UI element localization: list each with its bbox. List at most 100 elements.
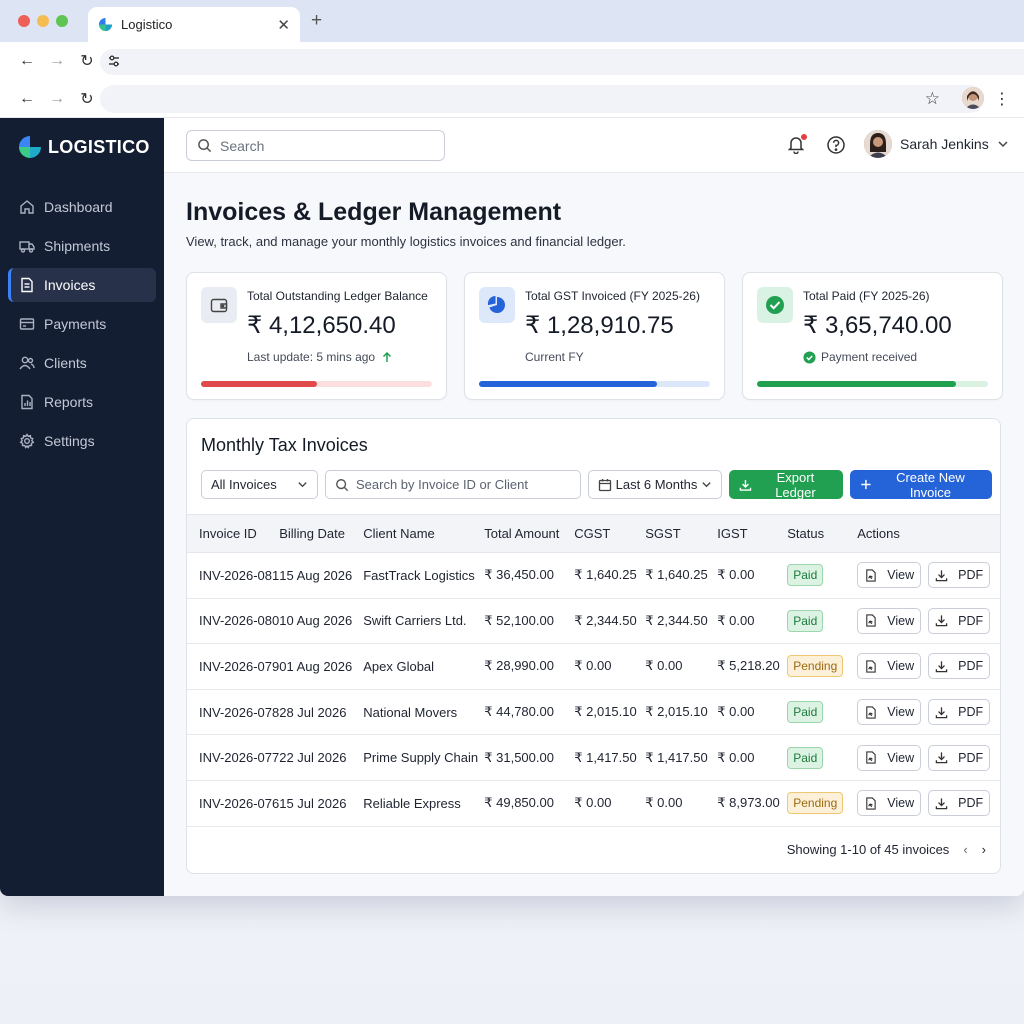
tab-close-icon[interactable]: ✕: [277, 16, 290, 34]
table-row[interactable]: INV-2026-079 01 Aug 2026 Apex Global ₹ 28,9…: [187, 644, 1000, 690]
sidebar-item-settings[interactable]: Settings: [8, 424, 156, 458]
sidebar-item-payments[interactable]: Payments: [8, 307, 156, 341]
invoice-search[interactable]: [325, 470, 581, 499]
column-header[interactable]: Total Amount: [484, 515, 574, 553]
top-bar: Sarah Jenkins: [164, 118, 1024, 173]
forward-arrow-icon[interactable]: →: [42, 90, 72, 108]
table-row[interactable]: INV-2026-081 15 Aug 2026 FastTrack Logisti…: [187, 553, 1000, 599]
column-header[interactable]: IGST: [717, 515, 787, 553]
close-window-button[interactable]: [18, 15, 30, 27]
column-header[interactable]: SGST: [645, 515, 717, 553]
view-button[interactable]: View: [857, 744, 922, 771]
billing-date-cell: 15 Jul 2026: [279, 795, 347, 811]
pdf-download-button[interactable]: PDF: [928, 699, 991, 726]
forward-arrow-icon[interactable]: →: [42, 52, 72, 70]
user-menu[interactable]: Sarah Jenkins: [864, 130, 1009, 158]
table-row[interactable]: INV-2026-077 22 Jul 2026 Prime Supply Chai…: [187, 735, 1000, 781]
browser-tab[interactable]: Logistico ✕: [88, 7, 300, 42]
table-row[interactable]: INV-2026-076 15 Jul 2026 Reliable Express ₹…: [187, 780, 1000, 827]
omnibox[interactable]: [100, 85, 984, 113]
invoice-filter-select[interactable]: All Invoices: [201, 470, 318, 499]
new-tab-button[interactable]: +: [311, 10, 322, 32]
create-invoice-button[interactable]: Create New Invoice: [850, 470, 992, 500]
reload-icon[interactable]: ↻: [72, 89, 102, 109]
main-content: Sarah Jenkins Invoices & Ledger Manageme…: [164, 118, 1024, 896]
view-button[interactable]: View: [857, 607, 922, 634]
browser-toolbar-secondary: ← → ↻ ☆ ⋮: [0, 80, 1024, 118]
billing-date-cell: 15 Aug 2026: [279, 567, 353, 583]
table-row[interactable]: INV-2026-080 10 Aug 2026 Swift Carriers Lt…: [187, 598, 1000, 644]
table-row[interactable]: INV-2026-078 28 Jul 2026 National Movers ₹ …: [187, 689, 1000, 735]
button-label: PDF: [958, 613, 984, 628]
pdf-download-button[interactable]: PDF: [928, 653, 991, 680]
progress-fill: [479, 381, 657, 387]
reload-icon[interactable]: ↻: [72, 51, 102, 71]
calendar-icon: [598, 478, 612, 491]
panel-title: Monthly Tax Invoices: [201, 435, 368, 455]
total-amount-cell: ₹ 31,500.00: [484, 749, 554, 765]
pdf-download-button[interactable]: PDF: [928, 607, 991, 634]
sidebar-item-reports[interactable]: Reports: [8, 385, 156, 419]
search-input[interactable]: [220, 137, 420, 154]
date-range-select[interactable]: Last 6 Months: [588, 470, 722, 499]
button-label: View: [887, 705, 915, 720]
profile-avatar[interactable]: [962, 87, 984, 109]
site-settings-icon[interactable]: [102, 49, 126, 73]
pie-chart-icon: [479, 287, 515, 323]
chevron-left-icon[interactable]: ‹: [963, 842, 967, 857]
sidebar-item-label: Shipments: [44, 238, 111, 254]
invoice-search-input[interactable]: [356, 477, 576, 492]
chevron-right-icon[interactable]: ›: [982, 842, 986, 857]
sidebar-item-invoices[interactable]: Invoices: [8, 268, 156, 302]
igst-cell: ₹ 0.00: [717, 704, 755, 720]
back-arrow-icon[interactable]: ←: [12, 52, 42, 70]
sidebar-item-label: Payments: [44, 316, 107, 332]
arrow-up-icon: [383, 351, 392, 362]
invoices-table: Invoice ID Billing Date Client Name Tota…: [187, 514, 1000, 827]
button-label: PDF: [958, 659, 984, 674]
card-label: Total GST Invoiced (FY 2025-26): [525, 289, 700, 303]
igst-cell: ₹ 0.00: [717, 749, 755, 765]
column-header[interactable]: Status: [787, 515, 857, 553]
download-icon: [935, 797, 953, 810]
column-header[interactable]: Billing Date: [279, 515, 363, 553]
export-ledger-button[interactable]: Export Ledger: [729, 470, 843, 500]
view-button[interactable]: View: [857, 653, 922, 680]
view-button[interactable]: View: [857, 790, 922, 817]
tab-strip: Logistico ✕ +: [0, 0, 1024, 42]
view-button[interactable]: View: [857, 699, 922, 726]
column-header[interactable]: Client Name: [363, 515, 484, 553]
logo[interactable]: LOGISTICO: [0, 134, 164, 160]
status-cell: Paid: [787, 735, 857, 781]
help-button[interactable]: [826, 135, 846, 155]
sidebar-item-label: Settings: [44, 433, 95, 449]
column-header[interactable]: CGST: [574, 515, 645, 553]
sidebar-item-shipments[interactable]: Shipments: [8, 229, 156, 263]
notifications-button[interactable]: [786, 134, 808, 156]
pdf-download-button[interactable]: PDF: [928, 790, 991, 817]
button-label: View: [887, 613, 915, 628]
pdf-download-button[interactable]: PDF: [928, 744, 991, 771]
bookmark-star-icon[interactable]: ☆: [925, 89, 940, 109]
progress-fill: [201, 381, 317, 387]
client-name-cell: FastTrack Logistics: [363, 567, 475, 583]
view-button[interactable]: View: [857, 562, 922, 589]
card-foot-text: Current FY: [525, 350, 584, 364]
sgst-cell: ₹ 0.00: [645, 658, 683, 674]
sidebar-item-clients[interactable]: Clients: [8, 346, 156, 380]
sidebar-item-dashboard[interactable]: Dashboard: [8, 190, 156, 224]
pdf-download-button[interactable]: PDF: [928, 562, 991, 589]
address-bar[interactable]: [100, 49, 1024, 75]
button-label: PDF: [958, 796, 984, 811]
billing-date-cell: 28 Jul 2026: [279, 704, 347, 720]
search-icon: [198, 139, 212, 153]
actions-cell: View PDF: [857, 735, 1000, 781]
status-badge: Paid: [787, 564, 824, 587]
back-arrow-icon[interactable]: ←: [12, 90, 42, 108]
invoice-id-cell: INV-2026-079: [199, 658, 280, 674]
browser-menu-icon[interactable]: ⋮: [994, 89, 1010, 109]
column-header[interactable]: Invoice ID: [187, 515, 279, 553]
minimize-window-button[interactable]: [37, 15, 49, 27]
global-search[interactable]: [186, 130, 445, 161]
maximize-window-button[interactable]: [56, 15, 68, 27]
